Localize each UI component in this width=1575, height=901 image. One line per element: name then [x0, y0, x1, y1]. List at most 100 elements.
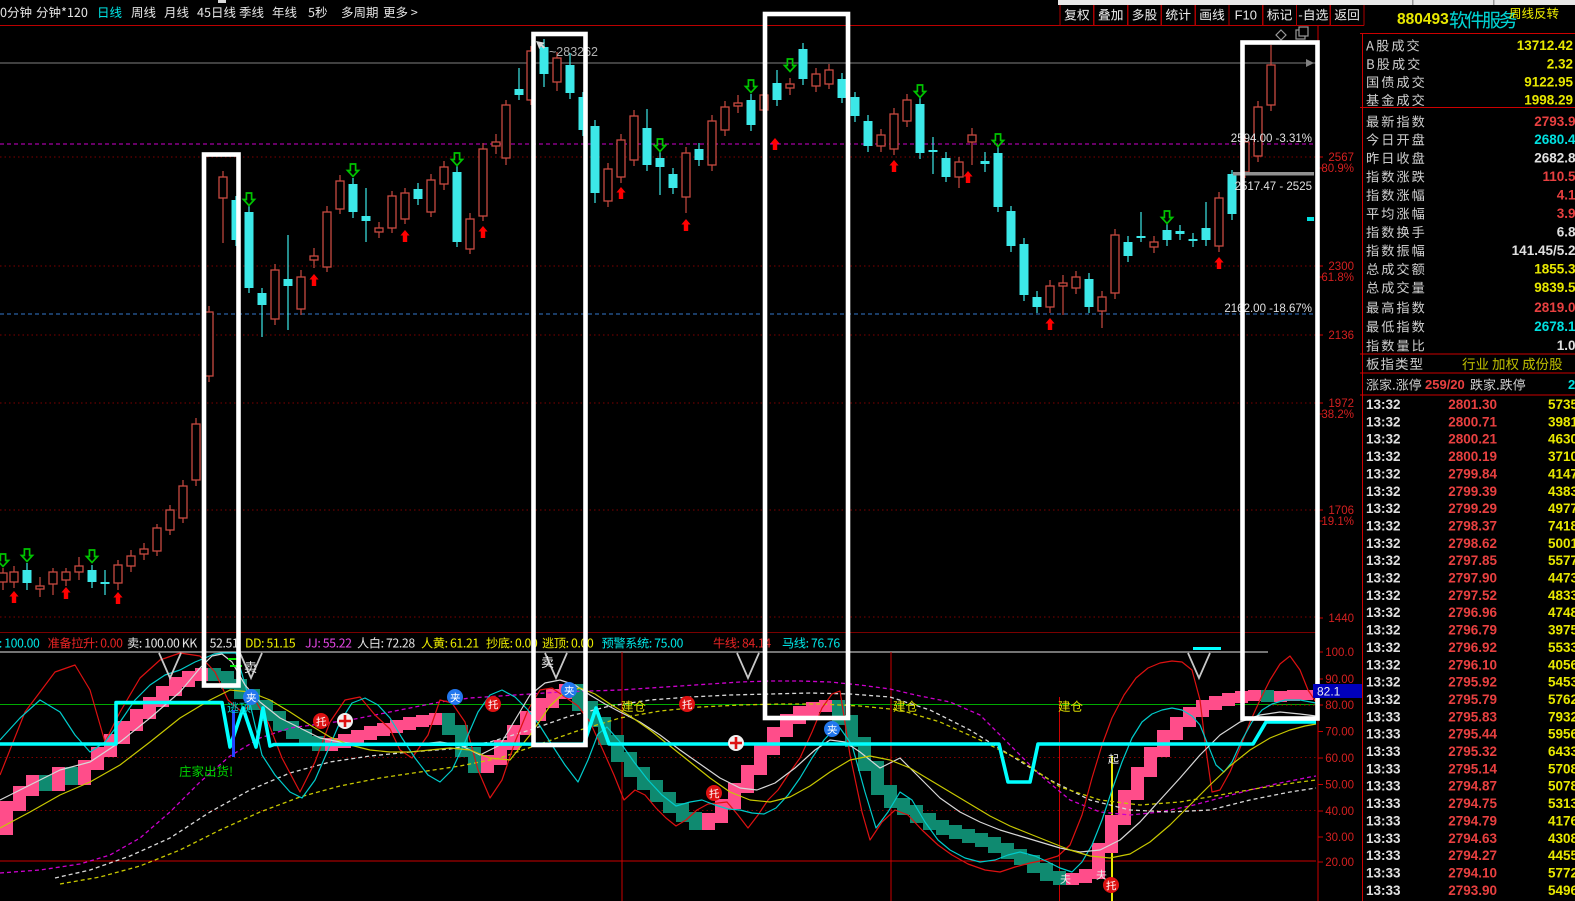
svg-text:2819.06: 2819.06	[1534, 300, 1575, 315]
svg-text:2793.90: 2793.90	[1534, 114, 1575, 129]
svg-text:259/20: 259/20	[1425, 377, 1465, 392]
svg-text:13:32: 13:32	[1366, 692, 1401, 707]
svg-text:54533: 54533	[1548, 675, 1575, 690]
svg-text:82.1: 82.1	[1317, 685, 1341, 699]
svg-text:1440: 1440	[1328, 613, 1354, 625]
svg-text:13:32: 13:32	[1366, 484, 1401, 499]
svg-text:50.00: 50.00	[1325, 780, 1354, 792]
svg-text:4.12: 4.12	[1557, 188, 1575, 203]
svg-text:2794.10: 2794.10	[1448, 865, 1497, 880]
svg-text:2798.37: 2798.37	[1448, 518, 1497, 533]
svg-text:2517.47 - 2525: 2517.47 - 2525	[1235, 181, 1312, 193]
svg-text:2794.87: 2794.87	[1448, 779, 1497, 794]
svg-text:2798.62: 2798.62	[1448, 536, 1497, 551]
svg-text:2: 2	[1568, 377, 1575, 392]
svg-text:13:32: 13:32	[1366, 640, 1401, 655]
svg-text:40566: 40566	[1548, 657, 1575, 672]
svg-text:110.53: 110.53	[1542, 169, 1575, 184]
svg-text:2162.00 -18.67%: 2162.00 -18.67%	[1224, 303, 1312, 315]
svg-text:2795.92: 2795.92	[1448, 675, 1497, 690]
svg-text:49777: 49777	[1548, 501, 1575, 516]
svg-text:2136: 2136	[1328, 330, 1354, 342]
svg-text:61.8%: 61.8%	[1321, 272, 1354, 284]
svg-text:13:33: 13:33	[1366, 813, 1401, 828]
svg-text:2795.79: 2795.79	[1448, 692, 1497, 707]
svg-text:13:33: 13:33	[1366, 848, 1401, 863]
svg-text:13:33: 13:33	[1366, 831, 1401, 846]
svg-text:13:32: 13:32	[1366, 501, 1401, 516]
svg-text:9839.54: 9839.54	[1534, 280, 1575, 295]
svg-text:20.00: 20.00	[1325, 857, 1354, 869]
svg-text:57088: 57088	[1548, 761, 1575, 776]
svg-text:2.32: 2.32	[1547, 57, 1573, 72]
svg-text:1855.33: 1855.33	[1534, 262, 1575, 277]
svg-text:57622: 57622	[1548, 692, 1575, 707]
svg-text:46307: 46307	[1548, 432, 1575, 447]
svg-text:2797.52: 2797.52	[1448, 588, 1497, 603]
svg-text:2794.27: 2794.27	[1448, 848, 1497, 863]
svg-text:13:32: 13:32	[1366, 449, 1401, 464]
svg-text:47488: 47488	[1548, 605, 1575, 620]
svg-text:41766: 41766	[1548, 813, 1575, 828]
svg-text:2796.79: 2796.79	[1448, 623, 1497, 638]
svg-text:13:32: 13:32	[1366, 432, 1401, 447]
svg-text:13:32: 13:32	[1366, 571, 1401, 586]
svg-text:43088: 43088	[1548, 831, 1575, 846]
svg-text:1.04: 1.04	[1557, 338, 1575, 353]
svg-text:50788: 50788	[1548, 779, 1575, 794]
svg-text:2682.87: 2682.87	[1534, 151, 1575, 166]
svg-text:2795.44: 2795.44	[1448, 727, 1497, 742]
svg-text:74188: 74188	[1548, 518, 1575, 533]
svg-text:59566: 59566	[1548, 727, 1575, 742]
svg-text:13:32: 13:32	[1366, 553, 1401, 568]
svg-text:57359: 57359	[1548, 397, 1575, 412]
svg-text:2796.96: 2796.96	[1448, 605, 1497, 620]
svg-text:37105: 37105	[1548, 449, 1575, 464]
svg-text:80.00: 80.00	[1325, 700, 1354, 712]
svg-text:13:33: 13:33	[1366, 744, 1401, 759]
svg-text:39755: 39755	[1548, 623, 1575, 638]
svg-text:2800.71: 2800.71	[1448, 414, 1497, 429]
svg-text:13:32: 13:32	[1366, 397, 1401, 412]
svg-text:2797.90: 2797.90	[1448, 571, 1497, 586]
svg-text:13:32: 13:32	[1366, 414, 1401, 429]
svg-text:30.00: 30.00	[1325, 832, 1354, 844]
svg-text:6.84: 6.84	[1557, 225, 1575, 240]
svg-text:79322: 79322	[1548, 709, 1575, 724]
svg-text:80.9%: 80.9%	[1321, 163, 1354, 175]
svg-text:19.1%: 19.1%	[1321, 516, 1354, 528]
svg-text:13712.42: 13712.42	[1517, 38, 1573, 53]
svg-text:2800.19: 2800.19	[1448, 449, 1497, 464]
svg-text:100.0: 100.0	[1325, 647, 1354, 659]
svg-text:~283262: ~283262	[549, 45, 598, 59]
svg-text:1998.29: 1998.29	[1524, 93, 1573, 108]
svg-text:13:32: 13:32	[1366, 518, 1401, 533]
svg-text:880493: 880493	[1397, 11, 1449, 28]
svg-text:13:33: 13:33	[1366, 865, 1401, 880]
svg-text:55333: 55333	[1548, 640, 1575, 655]
svg-text:13:33: 13:33	[1366, 779, 1401, 794]
svg-text:43830: 43830	[1548, 484, 1575, 499]
svg-text:55777: 55777	[1548, 553, 1575, 568]
svg-text:13:33: 13:33	[1366, 761, 1401, 776]
svg-text:2680.43: 2680.43	[1534, 132, 1575, 147]
svg-text:13:33: 13:33	[1366, 709, 1401, 724]
svg-text:2799.39: 2799.39	[1448, 484, 1497, 499]
svg-text:2795.83: 2795.83	[1448, 709, 1497, 724]
svg-text:39815: 39815	[1548, 414, 1575, 429]
svg-text:41477: 41477	[1548, 466, 1575, 481]
svg-text:53133: 53133	[1548, 796, 1575, 811]
svg-text:141.45/5.27: 141.45/5.27	[1512, 243, 1575, 258]
svg-text:2797.85: 2797.85	[1448, 553, 1497, 568]
svg-text:2800.21: 2800.21	[1448, 432, 1497, 447]
svg-text:13:32: 13:32	[1366, 657, 1401, 672]
svg-text:13:32: 13:32	[1366, 675, 1401, 690]
svg-text:13:32: 13:32	[1366, 588, 1401, 603]
svg-text:2796.92: 2796.92	[1448, 640, 1497, 655]
svg-text:57722: 57722	[1548, 865, 1575, 880]
svg-text:2795.32: 2795.32	[1448, 744, 1497, 759]
svg-text:44555: 44555	[1548, 848, 1575, 863]
svg-text:13:33: 13:33	[1366, 727, 1401, 742]
svg-text:48333: 48333	[1548, 588, 1575, 603]
svg-text:2796.10: 2796.10	[1448, 657, 1497, 672]
